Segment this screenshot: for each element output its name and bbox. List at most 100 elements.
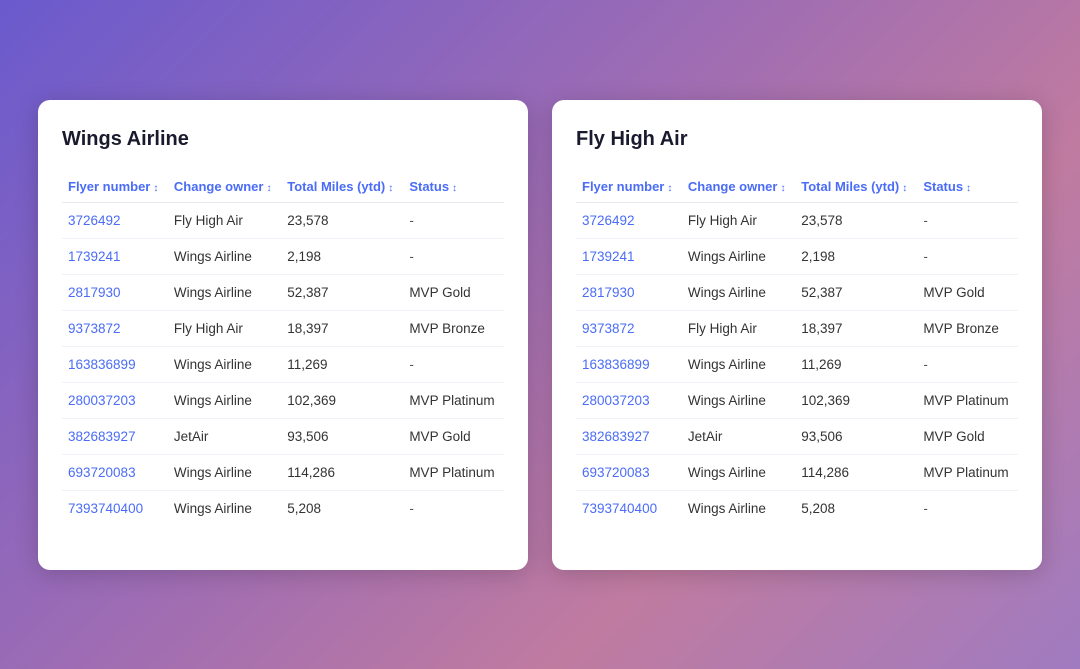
sort-icon: ↕: [388, 183, 393, 194]
flyer-number-link[interactable]: 1739241: [68, 249, 121, 264]
table-fly-high-air: Flyer number↕Change owner↕Total Miles (y…: [576, 171, 1018, 526]
status-cell: MVP Gold: [403, 418, 504, 454]
col-header-flyer[interactable]: Flyer number↕: [576, 171, 682, 203]
status-cell: MVP Gold: [917, 418, 1018, 454]
status-cell: -: [403, 346, 504, 382]
owner-cell: Wings Airline: [168, 382, 281, 418]
table-row: 3726492Fly High Air23,578-: [576, 202, 1018, 238]
owner-cell: Wings Airline: [168, 238, 281, 274]
status-cell: -: [403, 202, 504, 238]
owner-cell: Fly High Air: [168, 310, 281, 346]
table-row: 9373872 Fly High Air18,397MVP Bronze: [62, 310, 504, 346]
miles-cell: 11,269: [795, 346, 917, 382]
flyer-number-link[interactable]: 163836899: [582, 357, 650, 372]
owner-cell: Fly High Air: [682, 310, 795, 346]
miles-cell: 102,369: [795, 382, 917, 418]
status-cell: MVP Gold: [917, 274, 1018, 310]
status-cell: MVP Platinum: [917, 454, 1018, 490]
card-title-wings-airline: Wings Airline: [62, 128, 504, 151]
owner-cell: JetAir: [168, 418, 281, 454]
status-cell: -: [917, 202, 1018, 238]
status-cell: -: [917, 346, 1018, 382]
col-header-owner[interactable]: Change owner↕: [168, 171, 281, 203]
table-row: 2817930Wings Airline52,387MVP Gold: [576, 274, 1018, 310]
status-cell: -: [403, 238, 504, 274]
status-cell: -: [403, 490, 504, 526]
miles-cell: 93,506: [795, 418, 917, 454]
card-title-fly-high-air: Fly High Air: [576, 128, 1018, 151]
miles-cell: 2,198: [281, 238, 403, 274]
table-row: 382683927 JetAir93,506MVP Gold: [62, 418, 504, 454]
owner-cell: Wings Airline: [168, 454, 281, 490]
card-wings-airline: Wings AirlineFlyer number↕Change owner↕T…: [38, 100, 528, 570]
miles-cell: 2,198: [795, 238, 917, 274]
col-header-miles[interactable]: Total Miles (ytd)↕: [281, 171, 403, 203]
sort-icon: ↕: [266, 183, 271, 194]
card-fly-high-air: Fly High AirFlyer number↕Change owner↕To…: [552, 100, 1042, 570]
table-row: 3726492 Fly High Air23,578-: [62, 202, 504, 238]
table-row: 9373872 Fly High Air18,397MVP Bronze: [576, 310, 1018, 346]
owner-cell: JetAir: [682, 418, 795, 454]
table-row: 163836899 Wings Airline11,269-: [62, 346, 504, 382]
flyer-number-link[interactable]: 382683927: [68, 429, 136, 444]
flyer-number-link[interactable]: 2817930: [68, 285, 121, 300]
flyer-number-link[interactable]: 9373872: [582, 321, 635, 336]
flyer-number-link[interactable]: 1739241: [582, 249, 635, 264]
sort-icon: ↕: [902, 183, 907, 194]
miles-cell: 5,208: [281, 490, 403, 526]
sort-icon: ↕: [780, 183, 785, 194]
sort-icon: ↕: [153, 183, 158, 194]
flyer-number-link[interactable]: 3726492: [582, 213, 635, 228]
flyer-number-link[interactable]: 382683927: [582, 429, 650, 444]
owner-cell: Wings Airline: [168, 274, 281, 310]
flyer-number-link[interactable]: 693720083: [582, 465, 650, 480]
status-cell: MVP Bronze: [403, 310, 504, 346]
table-row: 1739241Wings Airline2,198-: [576, 238, 1018, 274]
table-row: 280037203 Wings Airline102,369MVP Platinu…: [576, 382, 1018, 418]
owner-cell: Wings Airline: [682, 346, 795, 382]
owner-cell: Wings Airline: [682, 490, 795, 526]
owner-cell: Wings Airline: [168, 346, 281, 382]
col-header-status[interactable]: Status↕: [917, 171, 1018, 203]
flyer-number-link[interactable]: 163836899: [68, 357, 136, 372]
miles-cell: 114,286: [281, 454, 403, 490]
owner-cell: Fly High Air: [168, 202, 281, 238]
owner-cell: Wings Airline: [682, 454, 795, 490]
flyer-number-link[interactable]: 2817930: [582, 285, 635, 300]
status-cell: MVP Gold: [403, 274, 504, 310]
table-row: 2817930 Wings Airline52,387MVP Gold: [62, 274, 504, 310]
owner-cell: Wings Airline: [682, 382, 795, 418]
table-row: 693720083 Wings Airline114,286MVP Platinu…: [576, 454, 1018, 490]
flyer-number-link[interactable]: 7393740400: [68, 501, 143, 516]
sort-icon: ↕: [966, 183, 971, 194]
col-header-owner[interactable]: Change owner↕: [682, 171, 795, 203]
col-header-status[interactable]: Status↕: [403, 171, 504, 203]
status-cell: -: [917, 238, 1018, 274]
flyer-number-link[interactable]: 3726492: [68, 213, 121, 228]
status-cell: MVP Platinum: [403, 382, 504, 418]
owner-cell: Wings Airline: [682, 274, 795, 310]
col-header-miles[interactable]: Total Miles (ytd)↕: [795, 171, 917, 203]
table-row: 280037203Wings Airline102,369MVP Platinu…: [62, 382, 504, 418]
miles-cell: 93,506: [281, 418, 403, 454]
miles-cell: 18,397: [281, 310, 403, 346]
flyer-number-link[interactable]: 693720083: [68, 465, 136, 480]
miles-cell: 18,397: [795, 310, 917, 346]
miles-cell: 23,578: [281, 202, 403, 238]
miles-cell: 5,208: [795, 490, 917, 526]
miles-cell: 52,387: [281, 274, 403, 310]
miles-cell: 114,286: [795, 454, 917, 490]
sort-icon: ↕: [667, 183, 672, 194]
table-wings-airline: Flyer number↕Change owner↕Total Miles (y…: [62, 171, 504, 526]
table-row: 163836899 Wings Airline11,269-: [576, 346, 1018, 382]
col-header-flyer[interactable]: Flyer number↕: [62, 171, 168, 203]
flyer-number-link[interactable]: 280037203: [582, 393, 650, 408]
status-cell: -: [917, 490, 1018, 526]
miles-cell: 11,269: [281, 346, 403, 382]
miles-cell: 23,578: [795, 202, 917, 238]
flyer-number-link[interactable]: 9373872: [68, 321, 121, 336]
flyer-number-link[interactable]: 7393740400: [582, 501, 657, 516]
status-cell: MVP Bronze: [917, 310, 1018, 346]
flyer-number-link[interactable]: 280037203: [68, 393, 136, 408]
status-cell: MVP Platinum: [917, 382, 1018, 418]
